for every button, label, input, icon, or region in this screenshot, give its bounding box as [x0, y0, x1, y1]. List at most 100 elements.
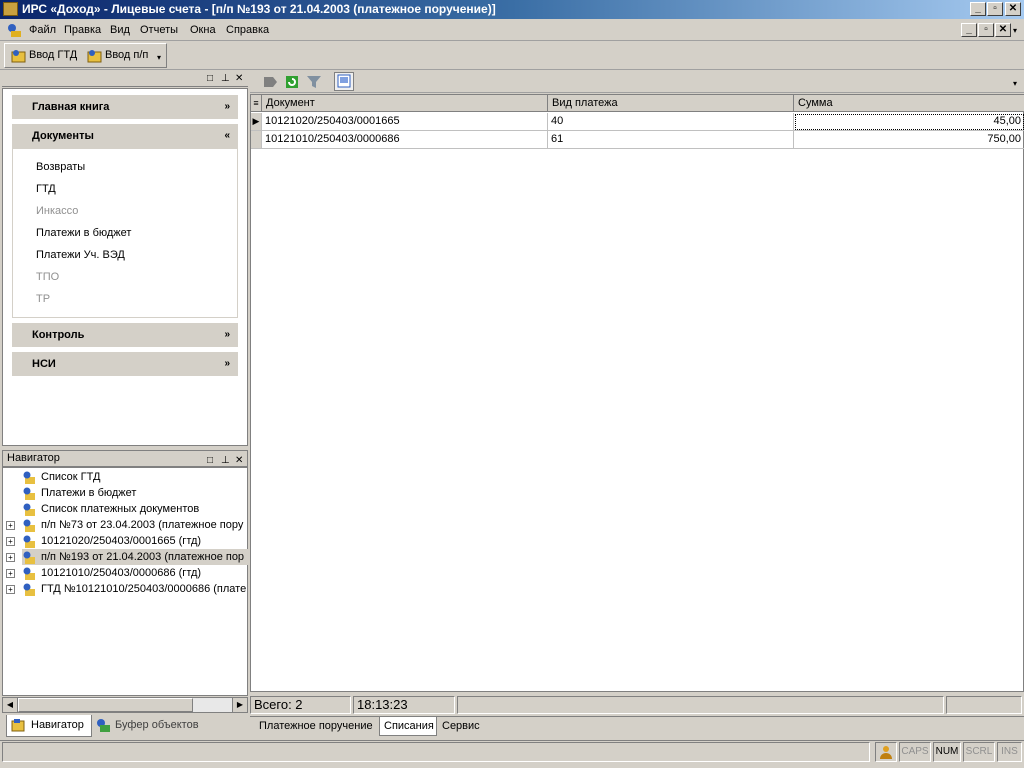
menu-windows[interactable]: Окна — [190, 24, 216, 36]
mdi-close-button[interactable]: ✕ — [995, 23, 1011, 37]
row-indicator-icon: ▶ — [251, 113, 262, 131]
expand-icon[interactable]: + — [6, 521, 15, 530]
toolbar: Ввод ГТД Ввод п/п ▾ — [0, 42, 1024, 70]
category-label: НСИ — [32, 358, 56, 370]
caps-indicator: CAPS — [899, 742, 931, 762]
nav-item[interactable]: Список платежных документов — [22, 501, 248, 517]
tab-payment-order[interactable]: Платежное поручение — [254, 717, 378, 736]
category-label: Документы — [32, 130, 94, 142]
close-icon[interactable]: ✕ — [235, 453, 243, 468]
nav-item[interactable]: 10121020/250403/0001665 (гтд) — [22, 533, 248, 549]
category-label: Главная книга — [32, 101, 110, 113]
cell-amount[interactable]: 750,00 — [794, 131, 1024, 149]
nav-item-label: Список платежных документов — [41, 503, 200, 515]
close-button[interactable]: ✕ — [1005, 2, 1021, 16]
menu-bar: Файл Правка Вид Отчеты Окна Справка _ ▫ … — [0, 20, 1024, 41]
toolbar-dropdown-icon[interactable]: ▾ — [157, 53, 161, 62]
mdi-minimize-button[interactable]: _ — [961, 23, 977, 37]
float-icon[interactable]: □ — [207, 73, 213, 84]
scroll-thumb[interactable] — [18, 698, 193, 712]
refresh-icon[interactable] — [284, 74, 300, 90]
nav-item[interactable]: Платежи в бюджет — [22, 485, 248, 501]
folder-icon — [23, 567, 35, 580]
navigator-scrollbar[interactable]: ◀ ▶ — [2, 697, 248, 713]
col-header-document[interactable]: Документ — [262, 95, 548, 112]
col-header-amount[interactable]: Сумма — [794, 95, 1024, 112]
left-panel-header: □ ⊥ ✕ — [2, 71, 248, 87]
folder-icon — [23, 535, 35, 548]
pin-icon[interactable]: ⊥ — [221, 453, 230, 468]
nav-item[interactable]: п/п №73 от 23.04.2003 (платежное пору — [22, 517, 248, 533]
enter-pp-button[interactable]: Ввод п/п — [87, 49, 149, 63]
nav-item[interactable]: ГТД №10121010/250403/0000686 (плате — [22, 581, 248, 597]
enter-gtd-label: Ввод ГТД — [29, 49, 78, 61]
filter-icon[interactable] — [306, 74, 322, 90]
cell-amount[interactable]: 45,00 — [794, 113, 1024, 131]
nav-item-selected[interactable]: п/п №193 от 21.04.2003 (платежное пор — [22, 549, 248, 565]
scrl-indicator: SCRL — [963, 742, 995, 762]
cell-document[interactable]: 10121010/250403/0000686 — [262, 131, 548, 149]
record-count: Всего: 2 — [250, 696, 351, 714]
app-icon — [3, 2, 18, 16]
nav-item-label: п/п №193 от 21.04.2003 (платежное пор — [41, 551, 245, 563]
doc-item-ved-payments[interactable]: Платежи Уч. ВЭД — [36, 249, 125, 261]
navigator-icon — [11, 719, 25, 732]
enter-pp-label: Ввод п/п — [105, 49, 149, 61]
minimize-button[interactable]: _ — [970, 2, 986, 16]
num-indicator: NUM — [933, 742, 961, 762]
tag-icon[interactable] — [262, 74, 278, 90]
expand-icon[interactable]: + — [6, 585, 15, 594]
mdi-restore-button[interactable]: ▫ — [978, 23, 994, 37]
pin-icon[interactable]: ⊥ — [221, 73, 230, 84]
user-icon[interactable] — [875, 742, 897, 762]
menu-edit[interactable]: Правка — [64, 24, 101, 36]
nav-item[interactable]: 10121010/250403/0000686 (гтд) — [22, 565, 248, 581]
menu-file[interactable]: Файл — [29, 24, 56, 36]
preview-icon — [337, 74, 351, 88]
chevron-down-icon: » — [224, 358, 230, 369]
scroll-left-icon[interactable]: ◀ — [3, 698, 18, 712]
scroll-right-icon[interactable]: ▶ — [232, 698, 247, 712]
folder-icon — [23, 471, 35, 484]
statusbar-divider — [0, 740, 1024, 741]
float-icon[interactable]: □ — [207, 453, 213, 468]
nav-item-label: 10121010/250403/0000686 (гтд) — [41, 567, 202, 579]
doc-item-returns[interactable]: Возвраты — [36, 161, 85, 173]
toolbar-group: Ввод ГТД Ввод п/п ▾ — [4, 43, 167, 68]
category-documents[interactable]: Документы « — [12, 124, 238, 148]
app-menu-icon[interactable] — [6, 23, 22, 38]
mdi-menu-arrow-icon[interactable]: ▾ — [1013, 26, 1017, 35]
close-icon[interactable]: ✕ — [235, 73, 243, 84]
doc-item-gtd[interactable]: ГТД — [36, 183, 56, 195]
statusbar-message — [2, 742, 870, 762]
category-nsi[interactable]: НСИ » — [12, 352, 238, 376]
cell-document[interactable]: 10121020/250403/0001665 — [262, 113, 548, 131]
expand-icon[interactable]: + — [6, 537, 15, 546]
row-selector-header[interactable]: ≡ — [251, 95, 262, 112]
buffer-icon — [97, 719, 110, 732]
expand-icon[interactable]: + — [6, 553, 15, 562]
restore-button[interactable]: ▫ — [987, 2, 1003, 16]
nav-item[interactable]: Список ГТД — [22, 469, 248, 485]
expand-icon[interactable]: + — [6, 569, 15, 578]
category-control[interactable]: Контроль » — [12, 323, 238, 347]
enter-gtd-button[interactable]: Ввод ГТД — [11, 49, 78, 63]
tab-object-buffer[interactable]: Буфер объектов — [93, 715, 208, 737]
doc-item-tpo: ТПО — [36, 271, 60, 283]
cell-payment-type[interactable]: 40 — [548, 113, 794, 131]
tab-writeoffs[interactable]: Списания — [379, 717, 437, 736]
preview-button[interactable] — [334, 72, 354, 91]
menu-reports[interactable]: Отчеты — [140, 24, 178, 36]
col-header-payment-type[interactable]: Вид платежа — [548, 95, 794, 112]
toolbar-options-icon[interactable]: ▾ — [1013, 79, 1017, 88]
menu-help[interactable]: Справка — [226, 24, 269, 36]
menu-view[interactable]: Вид — [110, 24, 130, 36]
user-icon-svg — [880, 746, 892, 759]
tab-service[interactable]: Сервис — [438, 717, 488, 736]
doc-item-budget-payments[interactable]: Платежи в бюджет — [36, 227, 131, 239]
cell-payment-type[interactable]: 61 — [548, 131, 794, 149]
folder-icon — [23, 503, 35, 516]
folder-icon — [23, 487, 35, 500]
tab-navigator[interactable]: Навигатор — [6, 715, 92, 737]
category-general-ledger[interactable]: Главная книга » — [12, 95, 238, 119]
